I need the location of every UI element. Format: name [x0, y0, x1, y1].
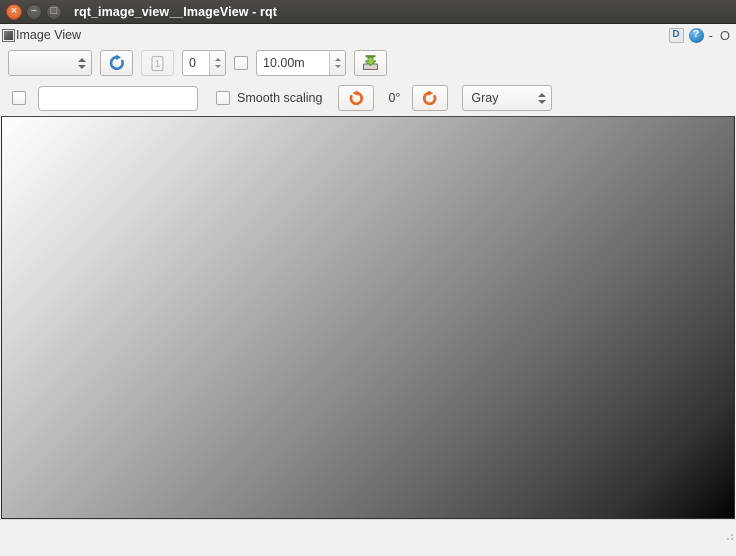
window-title: rqt_image_view__ImageView - rqt	[74, 4, 277, 19]
publish-topic-input[interactable]	[38, 85, 198, 111]
resize-grip[interactable]	[721, 528, 733, 540]
plugin-close-button[interactable]: O	[720, 29, 730, 42]
window-maximize-button[interactable]: □	[46, 3, 62, 20]
save-image-icon	[362, 55, 379, 71]
minimize-icon: −	[30, 5, 38, 17]
undock-button[interactable]: D	[668, 27, 684, 43]
chevron-updown-icon	[78, 57, 87, 69]
svg-text:1: 1	[155, 59, 161, 70]
refresh-icon	[109, 54, 124, 71]
image-canvas[interactable]	[1, 116, 735, 519]
toolbar-top: 1 0 10.00m	[0, 46, 736, 80]
maximize-icon: □	[50, 5, 58, 17]
plugin-header-actions: D ? - O	[668, 27, 730, 43]
topic-combobox[interactable]	[8, 50, 92, 76]
image-index-spinbox[interactable]: 0	[182, 50, 226, 76]
rotate-right-button[interactable]	[412, 85, 449, 111]
close-icon: ×	[10, 5, 18, 17]
chevron-updown-icon	[538, 92, 547, 104]
window-titlebar: × − □ rqt_image_view__ImageView - rqt	[0, 0, 736, 24]
plugin-minimize-button[interactable]: -	[709, 29, 713, 42]
save-image-button[interactable]	[354, 50, 387, 76]
one-in-box-icon: 1	[151, 55, 164, 71]
max-range-value: 10.00m	[263, 56, 305, 70]
refresh-topics-button[interactable]	[100, 50, 133, 76]
help-button[interactable]: ?	[688, 27, 704, 43]
plugin-header: Image View D ? - O	[0, 24, 736, 46]
window-minimize-button[interactable]: −	[26, 3, 42, 20]
rotate-right-icon	[423, 90, 437, 106]
rotate-left-icon	[350, 90, 364, 106]
smooth-scaling-checkbox[interactable]	[216, 91, 230, 105]
smooth-scaling-label: Smooth scaling	[237, 91, 323, 105]
help-icon: ?	[692, 29, 700, 40]
color-scheme-value: Gray	[471, 91, 499, 105]
undock-icon: D	[672, 29, 680, 40]
max-range-spinbox[interactable]: 10.00m	[256, 50, 346, 76]
spinbox-arrows[interactable]	[209, 51, 225, 75]
statusbar	[0, 519, 736, 543]
publish-click-location-checkbox[interactable]	[12, 91, 26, 105]
rotation-angle-label: 0°	[388, 91, 401, 105]
image-view-icon	[2, 28, 15, 42]
image-view-container	[0, 116, 736, 519]
image-index-value: 0	[189, 56, 196, 70]
publisher-count-button: 1	[141, 50, 174, 76]
window-close-button[interactable]: ×	[6, 3, 22, 20]
dynamic-range-checkbox[interactable]	[234, 56, 248, 70]
toolbar-bottom: Smooth scaling 0° Gray	[0, 80, 736, 116]
plugin-title: Image View	[16, 28, 82, 42]
spinbox-arrows[interactable]	[329, 51, 345, 75]
color-scheme-combobox[interactable]: Gray	[462, 85, 553, 111]
rotate-left-button[interactable]	[338, 85, 375, 111]
